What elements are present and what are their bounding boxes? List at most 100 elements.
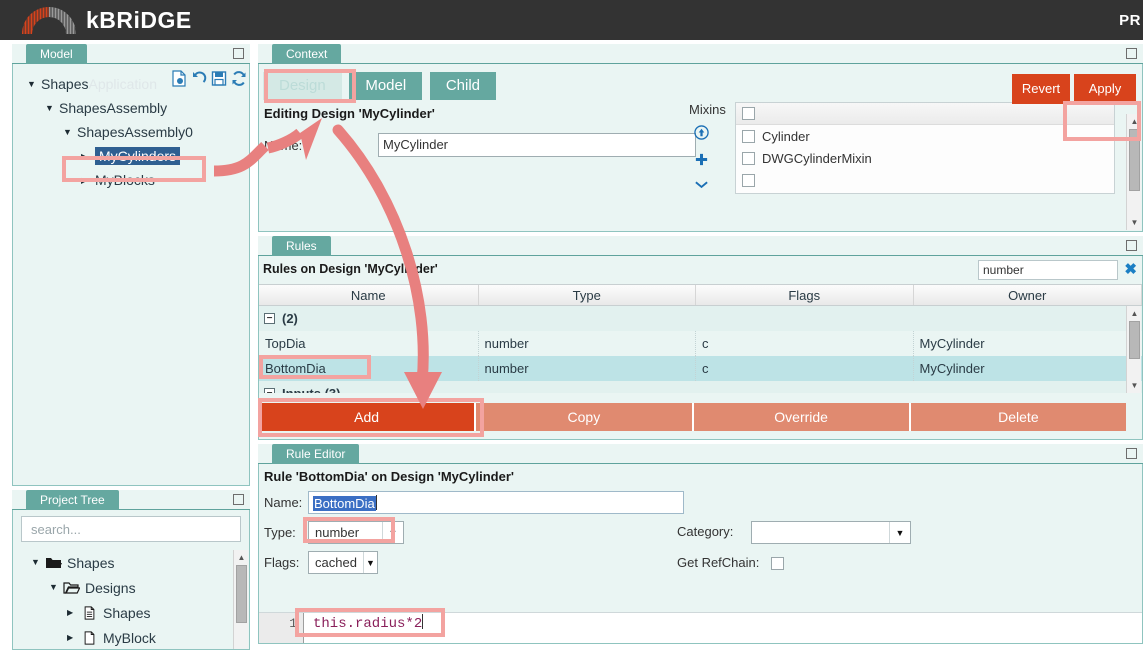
chevron-down-icon[interactable] <box>31 558 45 567</box>
scrollbar-thumb[interactable] <box>1128 129 1140 191</box>
scroll-up-icon[interactable]: ▲ <box>1127 306 1142 321</box>
context-panel-maximize-icon[interactable] <box>1126 48 1137 59</box>
delete-button[interactable]: Delete <box>910 403 1126 431</box>
chevron-right-icon[interactable] <box>67 608 81 617</box>
chevron-down-icon[interactable]: ▼ <box>889 522 910 543</box>
code-text[interactable]: this.radius*2 <box>313 613 424 635</box>
mixin-item-cylinder[interactable]: Cylinder <box>736 125 1114 147</box>
revert-button[interactable]: Revert <box>1012 74 1070 104</box>
mixin-item-dwgcylindermixin[interactable]: DWGCylinderMixin <box>736 147 1114 169</box>
rules-filter-input[interactable]: number <box>978 260 1118 280</box>
tree-item-label: MyCylinders <box>95 147 181 165</box>
project-item-shapes[interactable]: Shapes <box>13 550 249 575</box>
model-panel-maximize-icon[interactable] <box>233 48 244 59</box>
project-item-myblock-file[interactable]: MyBlock <box>13 625 249 649</box>
tab-project-tree[interactable]: Project Tree <box>26 490 119 510</box>
project-tree-scrollbar[interactable]: ▲ <box>233 550 249 649</box>
design-name-input[interactable] <box>378 133 696 157</box>
chevron-down-icon[interactable] <box>63 128 77 137</box>
project-panel-maximize-icon[interactable] <box>233 494 244 505</box>
tab-model[interactable]: Model <box>26 44 87 64</box>
rule-editor-tabbar: Rule Editor <box>258 444 1143 464</box>
tree-item-label: ShapesAssembly <box>59 100 168 116</box>
chevron-down-icon[interactable]: ▼ <box>382 522 403 543</box>
rules-grid-scrollbar[interactable]: ▲ ▼ <box>1126 306 1141 393</box>
mixin-checkbox[interactable] <box>742 129 755 143</box>
tree-item-label-ghost: Application <box>88 76 157 92</box>
table-row-group[interactable]: − Inputs (3) <box>259 381 1142 393</box>
tree-item-shapes-application[interactable]: ShapesApplication <box>13 70 249 96</box>
rule-type-row: Type: number ▼ Category: ▼ <box>264 521 1142 544</box>
cell-name: TopDia <box>259 331 479 356</box>
table-row[interactable]: TopDia number c MyCylinder <box>259 331 1142 356</box>
add-button[interactable]: Add <box>259 403 477 431</box>
collapse-icon[interactable]: − <box>264 313 275 324</box>
collapse-icon[interactable]: − <box>264 388 275 393</box>
rule-type-label: Type: <box>264 525 296 540</box>
apply-button[interactable]: Apply <box>1074 74 1136 104</box>
chevron-down-icon[interactable]: ▼ <box>362 552 377 573</box>
chevron-down-icon[interactable] <box>45 104 59 113</box>
rule-name-input[interactable]: BottomDia <box>308 491 684 514</box>
tree-item-myblocks[interactable]: MyBlocks <box>13 168 249 192</box>
tab-rules[interactable]: Rules <box>272 236 331 256</box>
rule-code-editor[interactable]: 1 this.radius*2 <box>259 612 1142 643</box>
category-dropdown[interactable]: ▼ <box>751 521 911 544</box>
search-input[interactable] <box>29 520 233 538</box>
up-circle-icon[interactable] <box>693 125 709 143</box>
refresh-icon[interactable] <box>231 70 247 87</box>
mixins-list-header[interactable] <box>736 103 1114 125</box>
tab-design[interactable]: Design <box>263 72 342 100</box>
rules-panel: Rules Rules on Design 'MyCylinder' numbe… <box>258 236 1143 440</box>
scroll-up-icon[interactable]: ▲ <box>1127 114 1142 129</box>
context-scrollbar[interactable]: ▲ ▼ <box>1126 114 1141 230</box>
plus-icon[interactable] <box>694 152 709 170</box>
column-header-flags[interactable]: Flags <box>696 285 914 305</box>
mixins-select-all-checkbox[interactable] <box>742 107 755 120</box>
tab-context[interactable]: Context <box>272 44 342 64</box>
chevron-down-icon[interactable] <box>49 583 63 592</box>
scrollbar-thumb[interactable] <box>235 565 247 623</box>
context-subtabs: Design Model Child <box>263 72 1142 100</box>
save-icon[interactable] <box>211 70 227 87</box>
table-row-group[interactable]: − (2) <box>259 306 1142 331</box>
mixins-list[interactable]: Cylinder DWGCylinderMixin <box>735 102 1115 194</box>
flags-dropdown[interactable]: cached ▼ <box>308 551 378 574</box>
project-search-box[interactable] <box>21 516 241 542</box>
column-header-name[interactable]: Name <box>259 285 479 305</box>
type-dropdown[interactable]: number ▼ <box>308 521 404 544</box>
copy-button[interactable]: Copy <box>476 403 694 431</box>
rule-editor-maximize-icon[interactable] <box>1126 448 1137 459</box>
tree-item-shapes-assembly[interactable]: ShapesAssembly <box>13 96 249 120</box>
refchain-checkbox[interactable] <box>771 557 784 571</box>
column-header-owner[interactable]: Owner <box>914 285 1142 305</box>
chevron-down-icon[interactable] <box>27 80 41 89</box>
rule-name-value: BottomDia <box>313 496 376 511</box>
scroll-down-icon[interactable]: ▼ <box>1127 215 1142 230</box>
mixin-label: DWGCylinderMixin <box>762 150 872 166</box>
scrollbar-thumb[interactable] <box>1128 321 1140 359</box>
tree-item-shapes-assembly0[interactable]: ShapesAssembly0 <box>13 120 249 144</box>
tab-rule-editor[interactable]: Rule Editor <box>272 444 360 464</box>
tab-child[interactable]: Child <box>429 72 496 100</box>
project-item-shapes-file[interactable]: Shapes <box>13 600 249 625</box>
rules-panel-maximize-icon[interactable] <box>1126 240 1137 251</box>
scroll-down-icon[interactable]: ▼ <box>1127 378 1142 393</box>
mixin-checkbox[interactable] <box>742 151 755 165</box>
column-header-type[interactable]: Type <box>479 285 696 305</box>
chevron-right-icon[interactable] <box>81 176 95 185</box>
chevron-right-icon[interactable] <box>67 633 81 642</box>
tab-model-sub[interactable]: Model <box>349 72 423 100</box>
table-row[interactable]: BottomDia number c MyCylinder <box>259 356 1142 381</box>
mixin-checkbox[interactable] <box>742 173 755 187</box>
override-button[interactable]: Override <box>693 403 911 431</box>
undo-icon[interactable] <box>191 70 207 87</box>
down-chevrons-icon[interactable] <box>694 179 709 194</box>
tree-item-mycylinders[interactable]: MyCylinders <box>13 144 249 168</box>
clear-x-icon[interactable]: ✖ <box>1124 260 1137 278</box>
chevron-right-icon[interactable] <box>81 152 95 161</box>
document-properties-icon[interactable] <box>171 70 187 87</box>
mixin-item-partial[interactable] <box>736 169 1114 191</box>
scroll-up-icon[interactable]: ▲ <box>234 550 249 565</box>
project-item-designs[interactable]: Designs <box>13 575 249 600</box>
